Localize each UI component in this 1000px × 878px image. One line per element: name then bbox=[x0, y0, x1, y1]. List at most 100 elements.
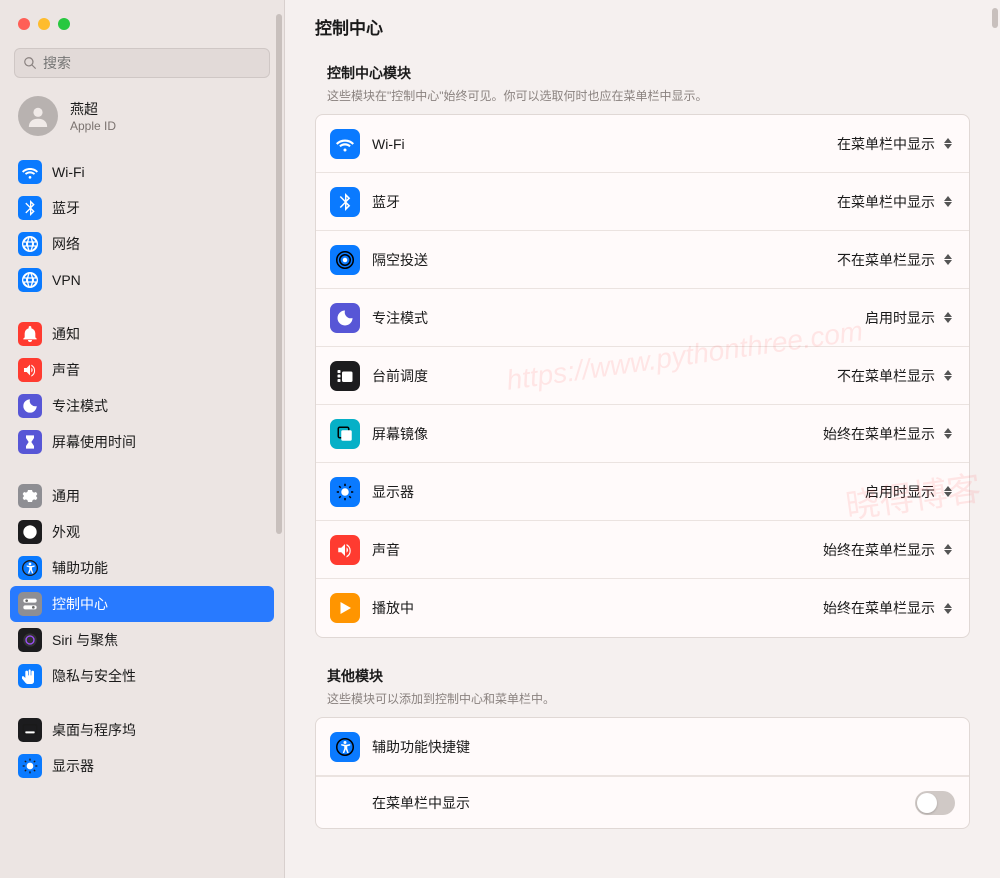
sidebar-item-label: 屏幕使用时间 bbox=[52, 432, 136, 452]
module-value: 启用时显示 bbox=[865, 482, 935, 502]
module-row-stage: 台前调度不在菜单栏显示 bbox=[316, 347, 969, 405]
sidebar-item-bell[interactable]: 通知 bbox=[10, 316, 274, 352]
fullscreen-window-icon[interactable] bbox=[58, 18, 70, 30]
sidebar-item-wifi[interactable]: Wi-Fi bbox=[10, 154, 274, 190]
module-row-moon: 专注模式启用时显示 bbox=[316, 289, 969, 347]
person-icon bbox=[27, 105, 49, 127]
play-icon bbox=[330, 593, 360, 623]
brightness-icon bbox=[18, 754, 42, 778]
page-title: 控制中心 bbox=[315, 14, 970, 39]
module-label: 显示器 bbox=[372, 482, 865, 502]
sidebar-nav: Wi-Fi 蓝牙网络 VPN 通知声音专注模式屏幕使用时间 通用外观辅助功能控制中心… bbox=[0, 154, 284, 878]
globe-icon bbox=[18, 232, 42, 256]
dropdown-stepper[interactable] bbox=[941, 366, 955, 386]
sidebar-item-bluetooth[interactable]: 蓝牙 bbox=[10, 190, 274, 226]
dropdown-stepper[interactable] bbox=[941, 482, 955, 502]
bell-icon bbox=[18, 322, 42, 346]
main-content: 控制中心 控制中心模块 这些模块在"控制中心"始终可见。你可以选取何时也应在菜单… bbox=[285, 0, 1000, 878]
wifi-icon bbox=[18, 160, 42, 184]
close-window-icon[interactable] bbox=[18, 18, 30, 30]
bluetooth-icon bbox=[18, 196, 42, 220]
sidebar-item-moon[interactable]: 专注模式 bbox=[10, 388, 274, 424]
dock-icon bbox=[18, 718, 42, 742]
module-label: 屏幕镜像 bbox=[372, 424, 823, 444]
sidebar-item-accessibility[interactable]: 辅助功能 bbox=[10, 550, 274, 586]
hourglass-icon bbox=[18, 430, 42, 454]
module-row-sound: 声音始终在菜单栏显示 bbox=[316, 521, 969, 579]
sidebar-item-appearance[interactable]: 外观 bbox=[10, 514, 274, 550]
sidebar-item-label: 控制中心 bbox=[52, 594, 108, 614]
dropdown-stepper[interactable] bbox=[941, 598, 955, 618]
hand-icon bbox=[18, 664, 42, 688]
menubar-toggle[interactable] bbox=[915, 791, 955, 815]
sidebar-item-hand[interactable]: 隐私与安全性 bbox=[10, 658, 274, 694]
sidebar: 燕超 Apple ID Wi-Fi 蓝牙网络 VPN 通知声音专注模式屏幕使用时间 … bbox=[0, 0, 285, 878]
account-row[interactable]: 燕超 Apple ID bbox=[0, 90, 284, 154]
content-scrollbar[interactable] bbox=[992, 8, 998, 28]
bluetooth-icon bbox=[330, 187, 360, 217]
sidebar-item-switches[interactable]: 控制中心 bbox=[10, 586, 274, 622]
sidebar-item-label: 声音 bbox=[52, 360, 80, 380]
globe-icon bbox=[18, 268, 42, 292]
minimize-window-icon[interactable] bbox=[38, 18, 50, 30]
module-value: 启用时显示 bbox=[865, 308, 935, 328]
module-row-play: 播放中始终在菜单栏显示 bbox=[316, 579, 969, 637]
dropdown-stepper[interactable] bbox=[941, 250, 955, 270]
module-row-airdrop: 隔空投送不在菜单栏显示 bbox=[316, 231, 969, 289]
search-input[interactable] bbox=[43, 55, 224, 71]
dropdown-stepper[interactable] bbox=[941, 540, 955, 560]
window-controls bbox=[0, 0, 284, 48]
switches-icon bbox=[18, 592, 42, 616]
sidebar-scrollbar[interactable] bbox=[276, 14, 282, 534]
sidebar-item-hourglass[interactable]: 屏幕使用时间 bbox=[10, 424, 274, 460]
section-modules-desc: 这些模块在"控制中心"始终可见。你可以选取何时也应在菜单栏中显示。 bbox=[315, 87, 970, 104]
section-other-title: 其他模块 bbox=[315, 666, 970, 686]
sidebar-item-brightness[interactable]: 显示器 bbox=[10, 748, 274, 784]
search-field[interactable] bbox=[14, 48, 270, 78]
modules-panel: Wi-Fi在菜单栏中显示蓝牙在菜单栏中显示隔空投送不在菜单栏显示专注模式启用时显… bbox=[315, 114, 970, 638]
sidebar-item-label: 通知 bbox=[52, 324, 80, 344]
sidebar-item-dock[interactable]: 桌面与程序坞 bbox=[10, 712, 274, 748]
sidebar-item-label: 隐私与安全性 bbox=[52, 666, 136, 686]
sidebar-item-label: 网络 bbox=[52, 234, 80, 254]
other-panel: 辅助功能快捷键 在菜单栏中显示 bbox=[315, 717, 970, 829]
accessibility-icon bbox=[18, 556, 42, 580]
avatar bbox=[18, 96, 58, 136]
wifi-icon bbox=[330, 129, 360, 159]
sidebar-item-siri[interactable]: Siri 与聚焦 bbox=[10, 622, 274, 658]
sidebar-item-label: 辅助功能 bbox=[52, 558, 108, 578]
dropdown-stepper[interactable] bbox=[941, 424, 955, 444]
module-row-brightness: 显示器启用时显示 bbox=[316, 463, 969, 521]
module-label: 声音 bbox=[372, 540, 823, 560]
section-modules-title: 控制中心模块 bbox=[315, 63, 970, 83]
dropdown-stepper[interactable] bbox=[941, 134, 955, 154]
sidebar-item-label: 桌面与程序坞 bbox=[52, 720, 136, 740]
module-value: 在菜单栏中显示 bbox=[837, 192, 935, 212]
module-value: 不在菜单栏显示 bbox=[837, 250, 935, 270]
module-row-mirror: 屏幕镜像始终在菜单栏显示 bbox=[316, 405, 969, 463]
module-label: 专注模式 bbox=[372, 308, 865, 328]
sidebar-item-sound[interactable]: 声音 bbox=[10, 352, 274, 388]
dropdown-stepper[interactable] bbox=[941, 308, 955, 328]
search-icon bbox=[23, 56, 37, 70]
brightness-icon bbox=[330, 477, 360, 507]
siri-icon bbox=[18, 628, 42, 652]
sidebar-item-label: 蓝牙 bbox=[52, 198, 80, 218]
moon-icon bbox=[330, 303, 360, 333]
mirror-icon bbox=[330, 419, 360, 449]
module-row-bluetooth: 蓝牙在菜单栏中显示 bbox=[316, 173, 969, 231]
module-label: 台前调度 bbox=[372, 366, 837, 386]
sidebar-item-label: 显示器 bbox=[52, 756, 94, 776]
account-name: 燕超 bbox=[70, 99, 116, 119]
airdrop-icon bbox=[330, 245, 360, 275]
sidebar-item-globe[interactable]: VPN bbox=[10, 262, 274, 298]
sidebar-item-label: 专注模式 bbox=[52, 396, 108, 416]
moon-icon bbox=[18, 394, 42, 418]
dropdown-stepper[interactable] bbox=[941, 192, 955, 212]
module-row-wifi: Wi-Fi在菜单栏中显示 bbox=[316, 115, 969, 173]
account-sub: Apple ID bbox=[70, 119, 116, 133]
module-value: 始终在菜单栏显示 bbox=[823, 540, 935, 560]
sidebar-item-gear[interactable]: 通用 bbox=[10, 478, 274, 514]
sound-icon bbox=[330, 535, 360, 565]
sidebar-item-globe[interactable]: 网络 bbox=[10, 226, 274, 262]
